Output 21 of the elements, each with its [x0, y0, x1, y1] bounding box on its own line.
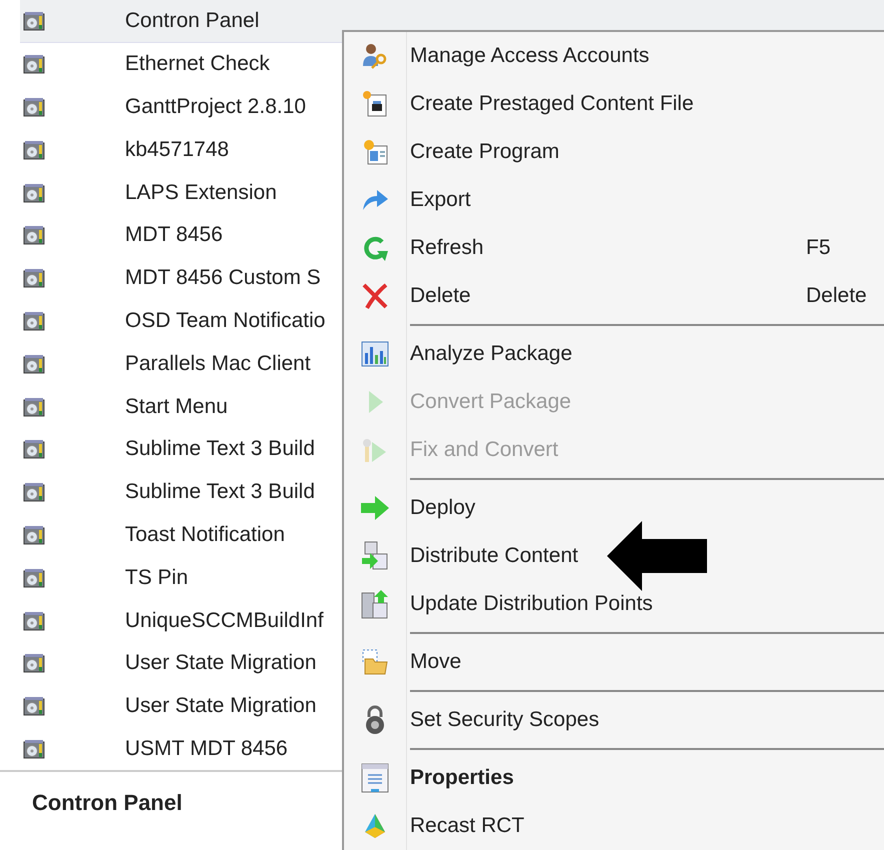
package-name: Sublime Text 3 Build — [125, 437, 315, 462]
package-name: OSD Team Notificatio — [125, 308, 326, 333]
package-name: MDT 8456 — [125, 223, 223, 248]
package-name: TS Pin — [125, 566, 188, 590]
package-name: kb4571748 — [125, 138, 229, 162]
details-title: Contron Panel — [32, 790, 182, 815]
package-name: Toast Notification — [125, 522, 285, 547]
package-name: User State Migration — [125, 694, 316, 718]
package-name: LAPS Extension — [125, 180, 277, 205]
package-name: Contron Panel — [125, 8, 260, 33]
package-name: Ethernet Check — [125, 52, 270, 76]
package-name: Sublime Text 3 Build — [125, 480, 315, 504]
package-name: UniqueSCCMBuildInf — [125, 608, 324, 633]
package-name: GanttProject 2.8.10 — [125, 94, 306, 119]
package-name: Start Menu — [125, 394, 228, 419]
shortcut-text: Delete — [806, 284, 868, 308]
shortcut-text: F5 — [806, 236, 832, 260]
package-name: Parallels Mac Client — [125, 352, 311, 376]
package-name: MDT 8456 Custom S — [125, 266, 321, 290]
package-name: USMT MDT 8456 — [125, 736, 288, 761]
package-name: User State Migration — [125, 651, 316, 676]
